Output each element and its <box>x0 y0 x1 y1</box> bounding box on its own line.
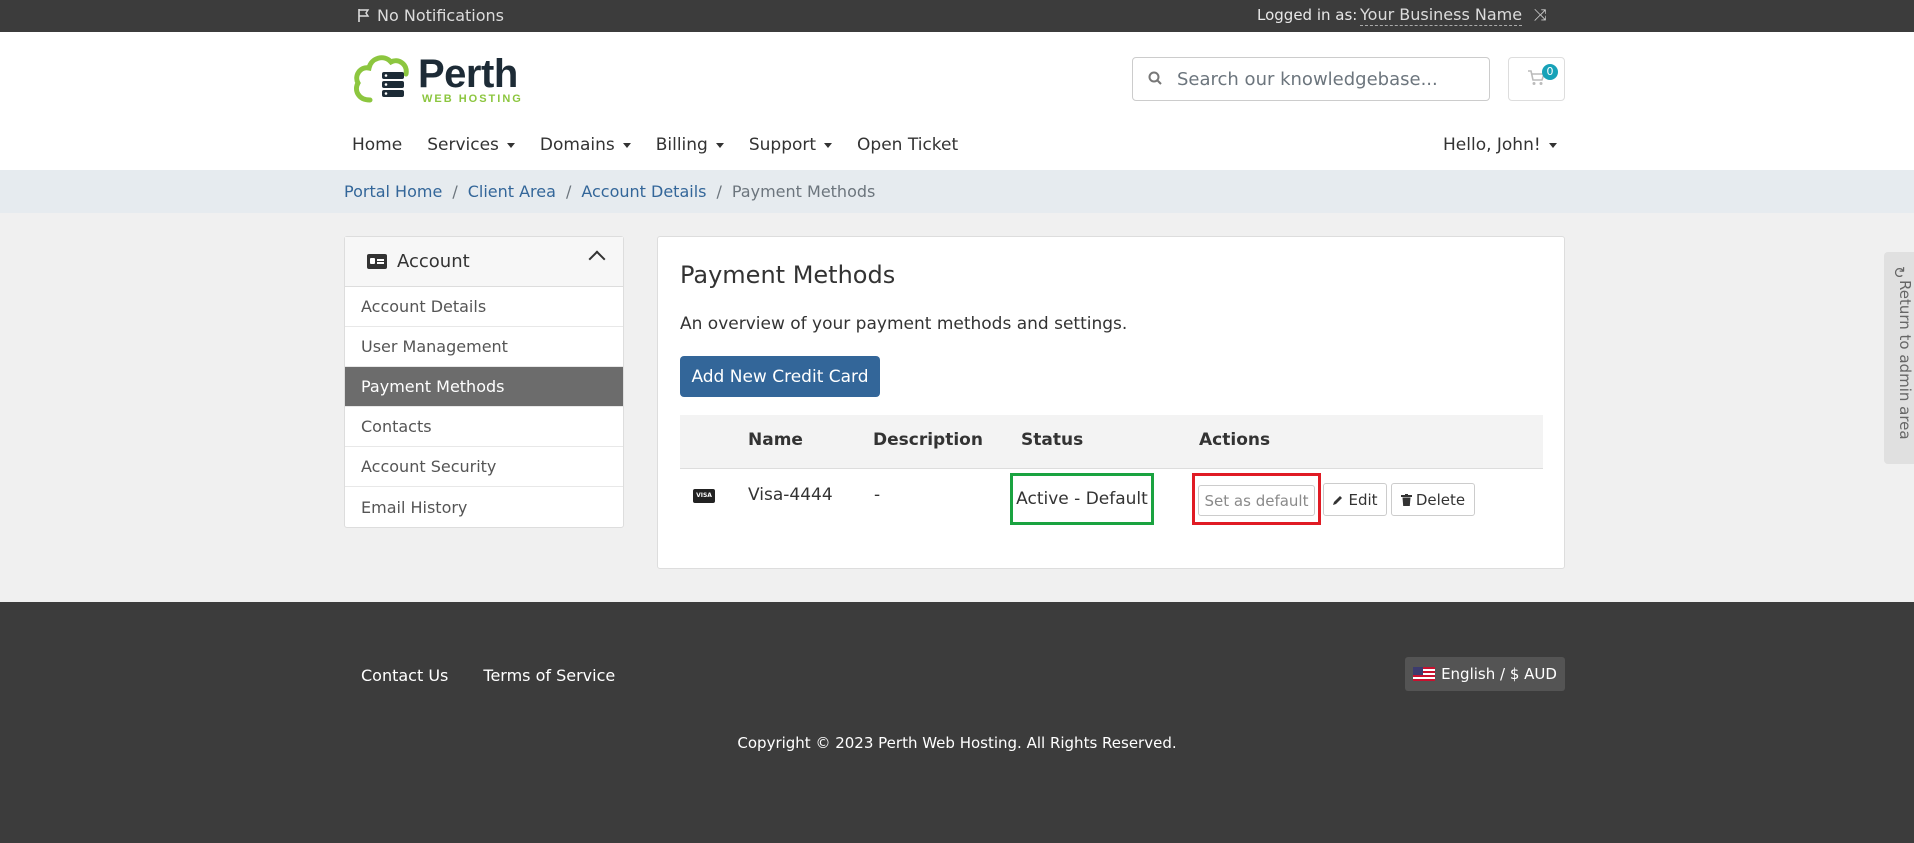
delete-label: Delete <box>1415 490 1466 509</box>
logo[interactable]: Perth WEB HOSTING <box>352 52 523 108</box>
return-to-admin-label: ↻ Return to admin area <box>1890 266 1914 440</box>
search-input[interactable] <box>1177 68 1477 90</box>
account-sidebar: Account Account Details User Management … <box>344 236 624 528</box>
column-status: Status <box>1021 430 1084 450</box>
header: Perth WEB HOSTING 0 Home Services Domain… <box>0 32 1914 170</box>
copyright: Copyright © 2023 Perth Web Hosting. All … <box>737 734 1177 752</box>
sidebar-item-account-security[interactable]: Account Security <box>345 447 623 487</box>
edit-label: Edit <box>1348 490 1378 509</box>
footer-contact-us[interactable]: Contact Us <box>361 666 448 685</box>
sidebar-item-email-history[interactable]: Email History <box>345 487 623 527</box>
table-row: VISA Visa-4444 - Active - Default Set as… <box>680 469 1543 529</box>
search-icon <box>1133 70 1177 89</box>
flag-icon <box>358 9 370 22</box>
column-name: Name <box>748 430 803 450</box>
logo-name: Perth <box>418 52 518 96</box>
set-as-default-button[interactable]: Set as default <box>1198 485 1315 516</box>
nav-domains-label: Domains <box>539 135 615 155</box>
breadcrumb-separator: / <box>452 182 458 201</box>
payment-method-name: Visa-4444 <box>748 485 833 505</box>
nav-domains[interactable]: Domains <box>540 135 631 155</box>
breadcrumb-client-area[interactable]: Client Area <box>468 182 556 201</box>
status-highlight: Active - Default <box>1010 473 1154 525</box>
nav-services-label: Services <box>427 135 499 155</box>
caret-down-icon <box>715 142 724 148</box>
breadcrumb-separator: / <box>716 182 722 201</box>
shuffle-icon[interactable]: ⤨ <box>1534 5 1547 25</box>
edit-button[interactable]: Edit <box>1323 483 1387 516</box>
nav-home-label: Home <box>352 135 403 155</box>
business-name-link[interactable]: Your Business Name <box>1360 5 1523 26</box>
breadcrumb-separator: / <box>565 182 572 201</box>
payment-methods-panel: Payment Methods An overview of your paym… <box>657 236 1565 569</box>
us-flag-icon <box>1413 667 1436 681</box>
page-title: Payment Methods <box>680 261 896 289</box>
breadcrumb: Portal Home / Client Area / Account Deta… <box>0 170 1914 213</box>
nav-open-ticket[interactable]: Open Ticket <box>857 135 958 155</box>
breadcrumb-current: Payment Methods <box>731 182 876 201</box>
page-description: An overview of your payment methods and … <box>680 314 1128 334</box>
sidebar-item-account-details[interactable]: Account Details <box>345 287 623 327</box>
main-nav: Home Services Domains Billing Support Op… <box>352 135 983 155</box>
sidebar-header[interactable]: Account <box>345 237 623 287</box>
caret-down-icon <box>506 142 515 148</box>
id-card-icon <box>367 254 387 269</box>
cart-button[interactable]: 0 <box>1508 57 1565 101</box>
sidebar-item-user-management[interactable]: User Management <box>345 327 623 367</box>
table-header: Name Description Status Actions <box>680 415 1543 469</box>
payment-method-status: Active - Default <box>1016 489 1148 509</box>
payment-method-description: - <box>874 485 881 505</box>
visa-card-icon: VISA <box>693 489 715 503</box>
footer: Contact Us Terms of Service English / $ … <box>0 602 1914 843</box>
breadcrumb-account-details[interactable]: Account Details <box>581 182 706 201</box>
caret-down-icon <box>1548 142 1557 148</box>
pencil-icon <box>1333 495 1343 505</box>
nav-billing-label: Billing <box>655 135 708 155</box>
top-bar: No Notifications Logged in as: Your Busi… <box>0 0 1914 32</box>
return-to-admin-text: Return to admin area <box>1896 280 1914 440</box>
column-description: Description <box>873 430 983 450</box>
footer-terms-of-service[interactable]: Terms of Service <box>483 666 615 685</box>
chevron-up-icon[interactable] <box>588 250 606 268</box>
column-actions: Actions <box>1199 430 1271 450</box>
sidebar-item-payment-methods[interactable]: Payment Methods <box>345 367 623 407</box>
breadcrumb-portal-home[interactable]: Portal Home <box>344 182 442 201</box>
trash-icon <box>1400 493 1412 506</box>
cart-count-badge: 0 <box>1542 64 1558 80</box>
delete-button[interactable]: Delete <box>1391 483 1475 516</box>
notifications-link[interactable]: No Notifications <box>357 6 504 25</box>
language-currency-selector[interactable]: English / $ AUD <box>1405 657 1565 691</box>
sidebar-item-contacts[interactable]: Contacts <box>345 407 623 447</box>
notifications-label: No Notifications <box>377 6 504 25</box>
nav-open-ticket-label: Open Ticket <box>857 135 959 155</box>
return-to-admin-tab[interactable]: ↻ Return to admin area <box>1884 252 1914 464</box>
language-currency-label: English / $ AUD <box>1441 665 1557 683</box>
nav-support[interactable]: Support <box>748 135 833 155</box>
nav-services[interactable]: Services <box>427 135 515 155</box>
nav-home[interactable]: Home <box>352 135 402 155</box>
nav-support-label: Support <box>748 135 817 155</box>
user-menu[interactable]: Hello, John! <box>1443 135 1557 155</box>
caret-down-icon <box>622 142 631 148</box>
add-credit-card-button[interactable]: Add New Credit Card <box>680 356 880 397</box>
sidebar-title: Account <box>397 251 470 272</box>
logo-tagline: WEB HOSTING <box>422 93 523 105</box>
caret-down-icon <box>824 142 833 148</box>
cloud-server-icon <box>352 52 414 108</box>
nav-billing[interactable]: Billing <box>656 135 724 155</box>
payment-methods-table: Name Description Status Actions VISA Vis… <box>680 415 1543 529</box>
logged-in-label: Logged in as: <box>1257 6 1358 24</box>
user-greeting: Hello, John! <box>1443 135 1541 155</box>
knowledgebase-search <box>1132 57 1490 101</box>
